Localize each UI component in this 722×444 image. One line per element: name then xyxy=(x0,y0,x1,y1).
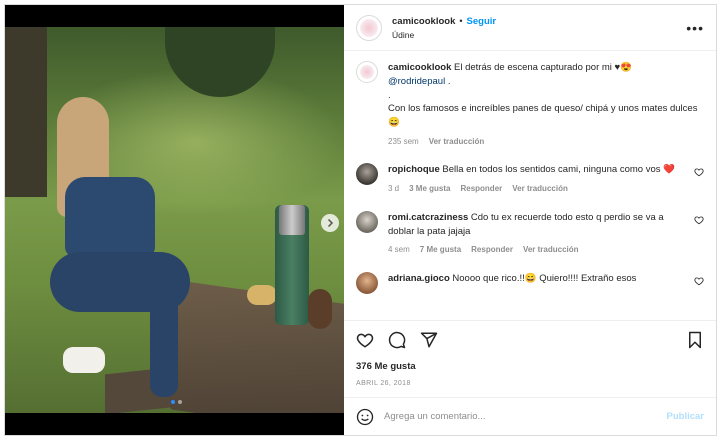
comment-age[interactable]: 4 sem xyxy=(388,244,410,256)
carousel-dot xyxy=(178,400,182,404)
like-comment-heart-icon[interactable] xyxy=(694,276,704,286)
more-options-icon[interactable]: ••• xyxy=(686,20,704,36)
red-heart-emoji: ❤️ xyxy=(663,164,675,176)
next-photo-button[interactable] xyxy=(321,214,339,232)
post-actions: 376 Me gusta ABRIL 26, 2018 xyxy=(344,320,716,387)
post-sidebar: camicooklook • Seguir Údine ••• camicook… xyxy=(344,5,716,435)
caption-text-2: Con los famosos e increíbles panes de qu… xyxy=(388,103,698,115)
caption-dot-line: . xyxy=(388,89,391,101)
reply-button[interactable]: Responder xyxy=(460,183,502,195)
chevron-right-icon xyxy=(327,218,334,228)
post-photo[interactable] xyxy=(5,27,344,413)
carousel-dot-active xyxy=(171,400,175,404)
see-translation-link[interactable]: Ver traducción xyxy=(512,183,568,195)
avatar[interactable] xyxy=(356,14,382,41)
like-heart-icon[interactable] xyxy=(356,331,374,349)
heart-eyes-emoji: 😍 xyxy=(620,62,633,73)
comment-text-2: Quiero!!!! Extraño esos xyxy=(536,272,637,284)
caption-punctuation: . xyxy=(445,75,451,87)
caption: camicooklook El detrás de escena captura… xyxy=(356,61,704,147)
reply-button[interactable]: Responder xyxy=(471,244,513,256)
commenter-avatar[interactable] xyxy=(356,163,378,186)
separator-dot: • xyxy=(459,16,463,26)
instagram-post: camicooklook • Seguir Údine ••• camicook… xyxy=(4,4,717,436)
header-username[interactable]: camicooklook xyxy=(392,16,455,27)
grin-emoji: 😄 xyxy=(524,272,537,284)
commenter-avatar[interactable] xyxy=(356,210,378,233)
see-translation-link[interactable]: Ver traducción xyxy=(429,136,485,148)
likes-count[interactable]: 376 Me gusta xyxy=(356,361,704,372)
like-comment-heart-icon[interactable] xyxy=(694,167,704,177)
caption-text: El detrás de escena capturado por mi xyxy=(454,62,612,73)
location-link[interactable]: Údine xyxy=(392,30,686,40)
post-header: camicooklook • Seguir Údine ••• xyxy=(344,5,716,51)
comment-input[interactable] xyxy=(384,411,667,422)
comment-username[interactable]: adriana.gioco xyxy=(388,273,450,284)
see-translation-link[interactable]: Ver traducción xyxy=(523,244,579,256)
comment-text: Bella en todos los sentidos cami, ningun… xyxy=(442,164,661,176)
comments-list[interactable]: camicooklook El detrás de escena captura… xyxy=(344,51,716,320)
like-comment-heart-icon[interactable] xyxy=(694,215,704,225)
add-comment-bar: Publicar xyxy=(344,397,716,435)
comment-item: ropichoque Bella en todos los sentidos c… xyxy=(356,163,704,194)
comment-item: adriana.gioco Noooo que rico.!!😄 Quiero!… xyxy=(356,271,704,294)
follow-button[interactable]: Seguir xyxy=(467,16,497,27)
comment-likes[interactable]: 3 Me gusta xyxy=(409,183,450,195)
caption-username[interactable]: camicooklook xyxy=(388,62,451,73)
commenter-avatar[interactable] xyxy=(356,271,378,294)
grin-emoji: 😄 xyxy=(388,117,400,129)
carousel-indicator xyxy=(171,400,182,404)
comment-bubble-icon[interactable] xyxy=(388,331,406,349)
comment-username[interactable]: ropichoque xyxy=(388,164,440,175)
post-date[interactable]: ABRIL 26, 2018 xyxy=(356,380,704,387)
share-paper-plane-icon[interactable] xyxy=(420,331,438,349)
caption-avatar[interactable] xyxy=(356,61,378,83)
comment-likes[interactable]: 7 Me gusta xyxy=(420,244,461,256)
caption-age[interactable]: 235 sem xyxy=(388,136,419,148)
emoji-smiley-icon[interactable] xyxy=(356,408,374,426)
comment-username[interactable]: romi.catcraziness xyxy=(388,212,468,223)
save-bookmark-icon[interactable] xyxy=(686,331,704,349)
publish-button[interactable]: Publicar xyxy=(667,411,705,422)
comment-age[interactable]: 3 d xyxy=(388,183,399,195)
comment-text: Noooo que rico.!! xyxy=(452,272,525,284)
mention-link[interactable]: @rodridepaul xyxy=(388,76,445,87)
comment-item: romi.catcraziness Cdo tu ex recuerde tod… xyxy=(356,210,704,256)
post-media xyxy=(5,5,344,435)
